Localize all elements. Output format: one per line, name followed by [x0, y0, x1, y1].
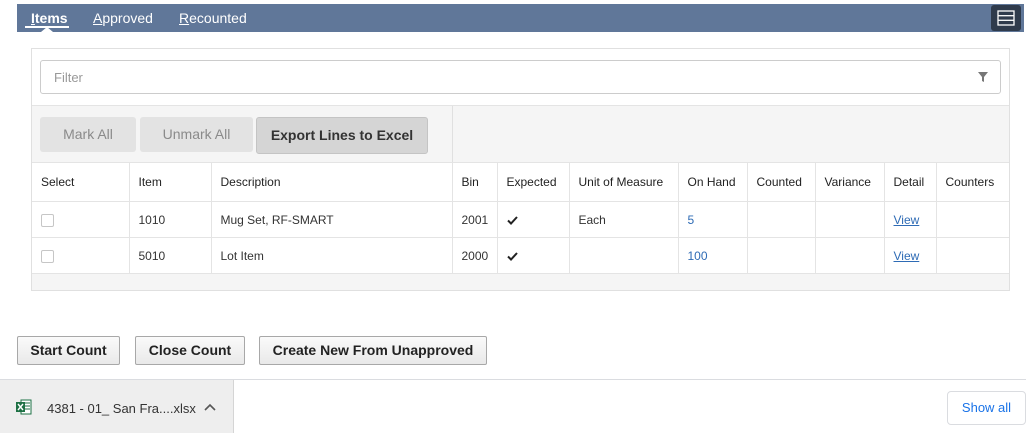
- row-select-checkbox[interactable]: [41, 249, 54, 263]
- tab-items[interactable]: Items: [31, 10, 68, 26]
- close-count-button[interactable]: Close Count: [135, 336, 245, 365]
- export-lines-button[interactable]: Export Lines to Excel: [256, 117, 428, 154]
- description-cell: Lot Item: [211, 237, 453, 274]
- filter-funnel-icon[interactable]: [978, 72, 988, 82]
- variance-cell: [815, 201, 885, 238]
- col-header-item[interactable]: Item: [129, 162, 212, 202]
- tab-bar: Items Approved Recounted: [17, 4, 1024, 32]
- bin-cell: 2000: [452, 237, 498, 274]
- col-header-counters[interactable]: Counters: [936, 162, 1009, 202]
- col-header-bin[interactable]: Bin: [452, 162, 498, 202]
- tab-approved[interactable]: Approved: [93, 10, 153, 26]
- toolbar-divider: [452, 106, 453, 162]
- tab-recounted[interactable]: Recounted: [179, 10, 247, 26]
- item-cell: 5010: [129, 237, 212, 274]
- table-header-row: Select Item Description Bin Expected Uni…: [32, 162, 1009, 202]
- expected-cell: [497, 201, 570, 238]
- filter-input[interactable]: [41, 61, 974, 93]
- chevron-up-icon[interactable]: [204, 403, 216, 411]
- checkmark-icon: [506, 252, 518, 261]
- hamburger-menu-icon: [997, 10, 1015, 26]
- variance-cell: [815, 237, 885, 274]
- unmark-all-button[interactable]: Unmark All: [140, 117, 253, 152]
- table-row: 1010 Mug Set, RF-SMART 2001 Each 5 View: [32, 201, 1009, 238]
- menu-button[interactable]: [991, 5, 1021, 31]
- view-detail-link[interactable]: View: [894, 249, 920, 263]
- col-header-counted[interactable]: Counted: [747, 162, 816, 202]
- excel-file-icon: [16, 399, 32, 415]
- download-item[interactable]: 4381 - 01_ San Fra....xlsx: [0, 380, 234, 433]
- toolbar: Mark All Unmark All Export Lines to Exce…: [32, 105, 1009, 163]
- col-header-on-hand[interactable]: On Hand: [678, 162, 748, 202]
- start-count-button[interactable]: Start Count: [17, 336, 120, 365]
- items-panel: Mark All Unmark All Export Lines to Exce…: [31, 48, 1010, 291]
- counted-cell: [747, 237, 816, 274]
- panel-footer: [32, 273, 1009, 290]
- description-cell: Mug Set, RF-SMART: [211, 201, 453, 238]
- uom-cell: [569, 237, 679, 274]
- counted-cell: [747, 201, 816, 238]
- table-row: 5010 Lot Item 2000 100 View: [32, 237, 1009, 274]
- mark-all-button[interactable]: Mark All: [40, 117, 136, 152]
- select-cell: [32, 237, 130, 274]
- col-header-description[interactable]: Description: [211, 162, 453, 202]
- col-header-expected[interactable]: Expected: [497, 162, 570, 202]
- items-table: Select Item Description Bin Expected Uni…: [32, 162, 1009, 274]
- col-header-unit-of-measure[interactable]: Unit of Measure: [569, 162, 679, 202]
- filter-box: [40, 60, 1001, 94]
- detail-cell: View: [884, 237, 937, 274]
- select-cell: [32, 201, 130, 238]
- col-header-detail[interactable]: Detail: [884, 162, 937, 202]
- uom-cell: Each: [569, 201, 679, 238]
- create-new-from-unapproved-button[interactable]: Create New From Unapproved: [259, 336, 487, 365]
- detail-cell: View: [884, 201, 937, 238]
- view-detail-link[interactable]: View: [894, 213, 920, 227]
- bin-cell: 2001: [452, 201, 498, 238]
- col-header-variance[interactable]: Variance: [815, 162, 885, 202]
- on-hand-cell: 100: [678, 237, 748, 274]
- counters-cell: [936, 237, 1009, 274]
- active-tab-caret-icon: [41, 27, 53, 32]
- item-cell: 1010: [129, 201, 212, 238]
- expected-cell: [497, 237, 570, 274]
- checkmark-icon: [506, 216, 518, 225]
- on-hand-link[interactable]: 100: [688, 249, 708, 263]
- on-hand-cell: 5: [678, 201, 748, 238]
- show-all-button[interactable]: Show all: [947, 391, 1026, 425]
- download-shelf: 4381 - 01_ San Fra....xlsx Show all: [0, 379, 1026, 433]
- col-header-select[interactable]: Select: [32, 162, 130, 202]
- download-file-name: 4381 - 01_ San Fra....xlsx: [47, 401, 196, 416]
- counters-cell: [936, 201, 1009, 238]
- row-select-checkbox[interactable]: [41, 213, 54, 227]
- on-hand-link[interactable]: 5: [688, 213, 695, 227]
